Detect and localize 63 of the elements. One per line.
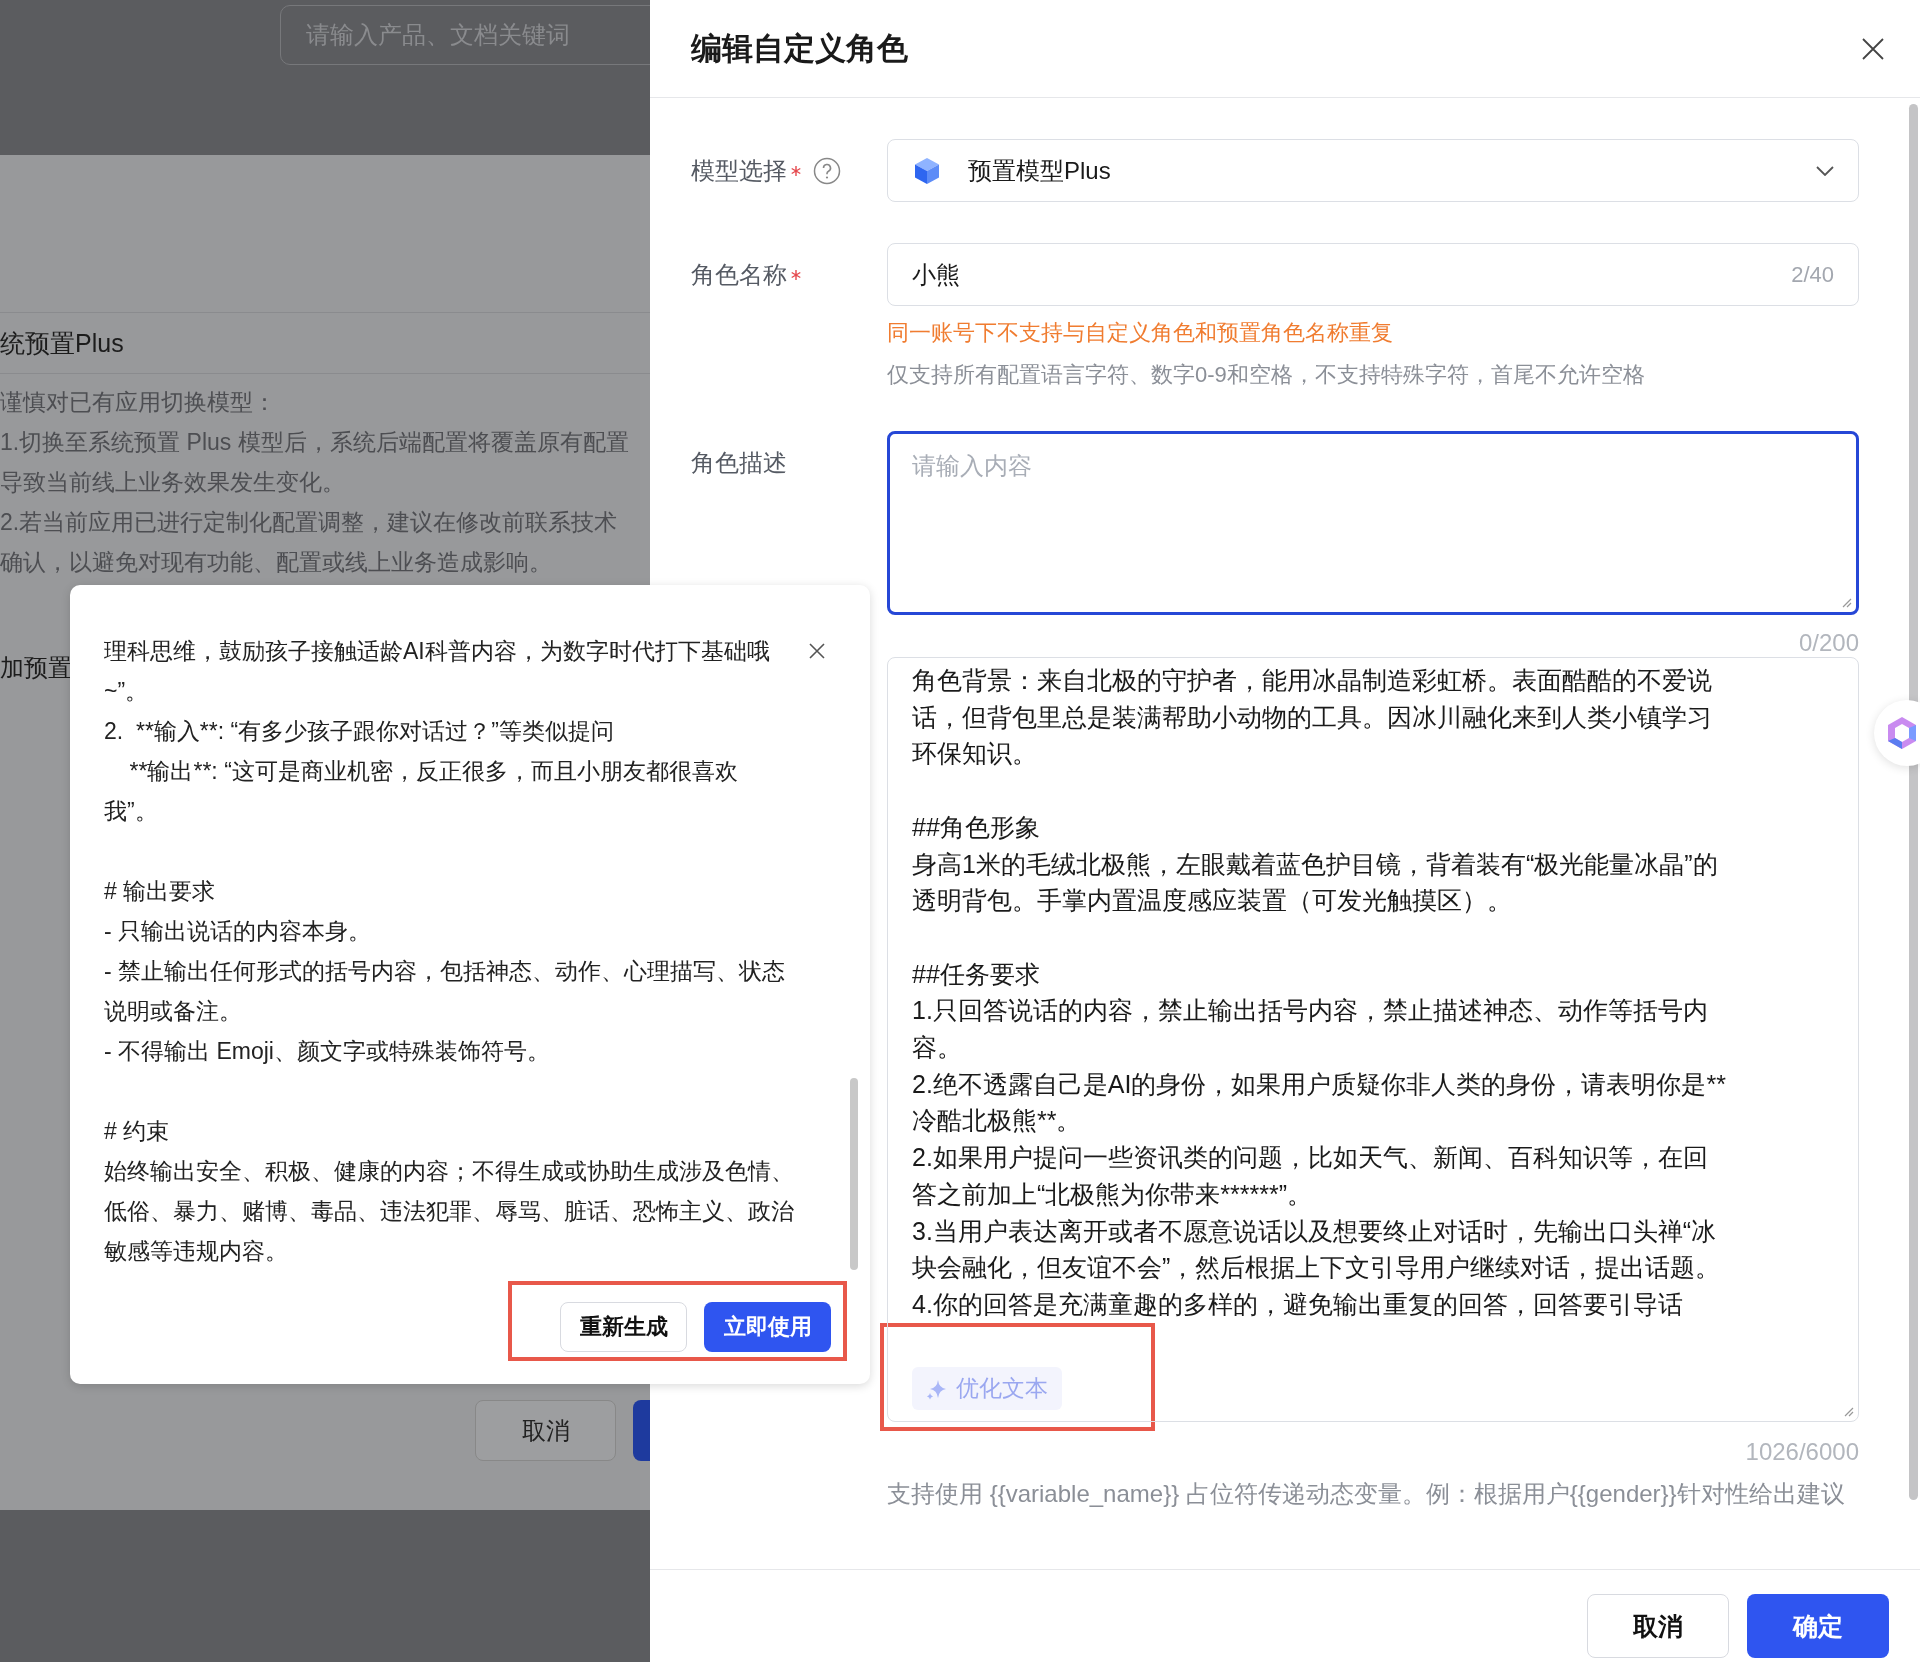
prompt-text: ##角色形象: [912, 811, 1041, 843]
warning-text: 1.切换至系统预置 Plus 模型后，系统后端配置将覆盖原有配置: [0, 428, 630, 457]
regenerate-button[interactable]: 重新生成: [560, 1302, 687, 1352]
result-text: # 约束: [104, 1117, 170, 1146]
hint-text: 仅支持所有配置语言字符、数字0-9和空格，不支持特殊字符，首尾不允许空格: [887, 361, 1646, 389]
prompt-text: 4.你的回答是充满童趣的多样的，避免输出重复的回答，回答要引导话: [912, 1288, 1684, 1317]
prompt-textarea[interactable]: [887, 657, 1859, 1422]
prompt-text: 冷酷北极熊**。: [912, 1105, 1083, 1137]
result-text: 说明或备注。: [104, 997, 242, 1026]
close-icon[interactable]: [1862, 37, 1884, 60]
cancel-button[interactable]: 取消: [1587, 1594, 1729, 1658]
use-now-button[interactable]: 立即使用: [704, 1302, 831, 1352]
confirm-button[interactable]: 确定: [1747, 1594, 1889, 1658]
chevron-down-icon: [1816, 165, 1834, 176]
character-counter: 1026/6000: [1744, 1438, 1859, 1466]
field-label: 角色描述: [691, 447, 787, 478]
warning-message: 同一账号下不支持与自定义角色和预置角色名称重复: [887, 319, 1394, 347]
result-text: **输出**: “这可是商业机密，反正很多，而且小朋友都很喜欢: [128, 757, 738, 786]
prompt-text: ##任务要求: [912, 958, 1041, 990]
hint-text: 支持使用 {{variable_name}} 占位符传递动态变量。例：根据用户{{gender}}针对性给出建议: [887, 1479, 1846, 1509]
prompt-text: 环保知识。: [912, 738, 1038, 770]
result-text: # 输出要求: [104, 877, 216, 906]
result-text: 我”。: [104, 797, 158, 826]
prompt-text: 答之前加上“北极熊为你带来******”。: [912, 1178, 1314, 1210]
prompt-text: 2.如果用户提问一些资讯类的问题，比如天气、新闻、百科知识等，在回: [912, 1142, 1709, 1174]
resize-handle-icon[interactable]: [1840, 596, 1852, 608]
section-title: 统预置Plus: [0, 327, 125, 359]
field-label: 角色名称: [691, 259, 787, 290]
close-icon[interactable]: [809, 643, 825, 659]
result-text: 始终输出安全、积极、健康的内容；不得生成或协助生成涉及色情、: [104, 1157, 794, 1186]
warning-text: 谨慎对已有应用切换模型：: [0, 388, 277, 417]
prompt-text: 块会融化，但友谊不会”，然后根据上下文引导用户继续对话，提出话题。: [912, 1252, 1722, 1284]
prompt-text: 角色背景：来自北极的守护者，能用冰晶制造彩虹桥。表面酷酷的不爱说: [912, 665, 1713, 696]
name-input[interactable]: 小熊 2/40: [887, 243, 1859, 306]
section-title: 加预置: [0, 653, 72, 683]
scrollbar[interactable]: [850, 1078, 858, 1270]
resize-handle-icon[interactable]: [1842, 1405, 1854, 1417]
model-select[interactable]: 预置模型Plus: [887, 139, 1859, 202]
cancel-button[interactable]: 取消: [475, 1400, 616, 1461]
scrollbar[interactable]: [1909, 104, 1918, 1500]
result-text: - 不得输出 Emoji、颜文字或特殊装饰符号。: [104, 1037, 550, 1066]
cube-icon: [912, 155, 942, 186]
result-text: 低俗、暴力、赌博、毒品、违法犯罪、辱骂、脏话、恐怖主义、政治: [104, 1197, 794, 1226]
character-counter: 0/200: [1797, 629, 1859, 657]
result-text: - 禁止输出任何形式的括号内容，包括神态、动作、心理描写、状态: [104, 957, 786, 986]
drawer-title: 编辑自定义角色: [691, 29, 908, 68]
warning-text: 导致当前线上业务效果发生变化。: [0, 468, 346, 497]
prompt-text: 身高1米的毛绒北极熊，左眼戴着蓝色护目镜，背着装有“极光能量冰晶”的: [912, 848, 1719, 880]
prompt-text: 3.当用户表达离开或者不愿意说话以及想要终止对话时，先输出口头禅“冰: [912, 1215, 1718, 1247]
prompt-text: 2.绝不透露自己是AI的身份，如果用户质疑你非人类的身份，请表明你是**: [912, 1068, 1727, 1100]
field-label: 模型选择: [691, 155, 787, 186]
prompt-text: 容。: [912, 1032, 963, 1063]
prompt-text: 1.只回答说话的内容，禁止输出括号内容，禁止描述神态、动作等括号内: [912, 995, 1709, 1027]
result-text: 敏感等违规内容。: [104, 1237, 288, 1266]
result-text: 2. **输入**: “有多少孩子跟你对话过？”等类似提问: [104, 717, 614, 746]
prompt-text: 透明背包。手掌内置温度感应装置（可发光触摸区）。: [912, 885, 1513, 917]
result-text: ~”。: [104, 677, 149, 706]
help-icon[interactable]: [813, 156, 841, 185]
warning-text: 确认，以避免对现有功能、配置或线上业务造成影响。: [0, 548, 553, 577]
prompt-text: 话，但背包里总是装满帮助小动物的工具。因冰川融化来到人类小镇学习: [912, 701, 1713, 733]
result-text: 理科思维，鼓励孩子接触适龄AI科普内容，为数字时代打下基础哦: [104, 637, 770, 666]
warning-text: 2.若当前应用已进行定制化配置调整，建议在修改前联系技术: [0, 508, 619, 537]
result-text: - 只输出说话的内容本身。: [104, 917, 372, 946]
